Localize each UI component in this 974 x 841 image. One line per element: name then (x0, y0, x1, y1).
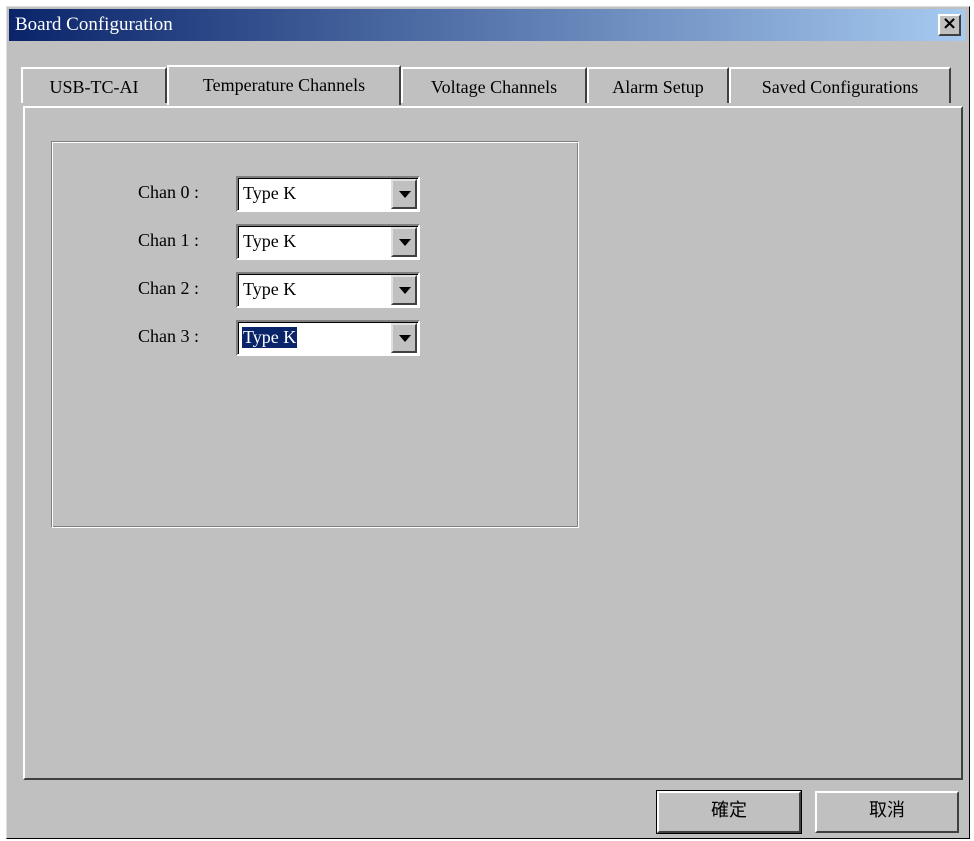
temperature-channels-panel: Chan 0 : Type K Chan 1 : Type K Chan 2 :… (23, 106, 963, 780)
tab-label: Alarm Setup (612, 77, 704, 97)
dropdown-arrow-icon[interactable] (391, 227, 417, 257)
channel-group-box: Chan 0 : Type K Chan 1 : Type K Chan 2 :… (51, 141, 579, 528)
channel-row-3: Chan 3 : Type K (52, 320, 578, 356)
close-icon: × (941, 13, 958, 34)
ok-button[interactable]: 確定 (656, 790, 802, 834)
tab-label: Temperature Channels (202, 75, 366, 95)
channel-2-type-select[interactable]: Type K (236, 272, 420, 308)
dropdown-arrow-icon[interactable] (391, 179, 417, 209)
cancel-button[interactable]: 取消 (815, 791, 959, 833)
tab-label: USB-TC-AI (49, 77, 139, 97)
channel-label: Chan 1 : (138, 230, 199, 250)
tab-label: Saved Configurations (761, 77, 919, 97)
channel-row-0: Chan 0 : Type K (52, 176, 578, 212)
tab-alarm-setup[interactable]: Alarm Setup (587, 67, 729, 103)
channel-row-2: Chan 2 : Type K (52, 272, 578, 308)
dropdown-arrow-icon[interactable] (391, 275, 417, 305)
tab-temperature-channels[interactable]: Temperature Channels (167, 65, 401, 105)
tab-usb-tc-ai[interactable]: USB-TC-AI (21, 67, 167, 103)
window-title: Board Configuration (15, 14, 173, 35)
tab-voltage-channels[interactable]: Voltage Channels (401, 67, 587, 103)
combo-value: Type K (243, 231, 297, 251)
title-bar[interactable]: Board Configuration × (9, 9, 965, 41)
combo-value: Type K (243, 183, 297, 203)
channel-1-type-select[interactable]: Type K (236, 224, 420, 260)
board-configuration-window: Board Configuration × USB-TC-AI Temperat… (6, 6, 970, 839)
channel-row-1: Chan 1 : Type K (52, 224, 578, 260)
channel-label: Chan 2 : (138, 278, 199, 298)
close-button[interactable]: × (938, 13, 961, 36)
channel-0-type-select[interactable]: Type K (236, 176, 420, 212)
combo-value: Type K (242, 327, 298, 348)
channel-label: Chan 0 : (138, 182, 199, 202)
dropdown-arrow-icon[interactable] (391, 323, 417, 353)
channel-label: Chan 3 : (138, 326, 199, 346)
channel-3-type-select[interactable]: Type K (236, 320, 420, 356)
tab-saved-configurations[interactable]: Saved Configurations (729, 67, 951, 103)
combo-value: Type K (243, 279, 297, 299)
tab-label: Voltage Channels (430, 77, 558, 97)
